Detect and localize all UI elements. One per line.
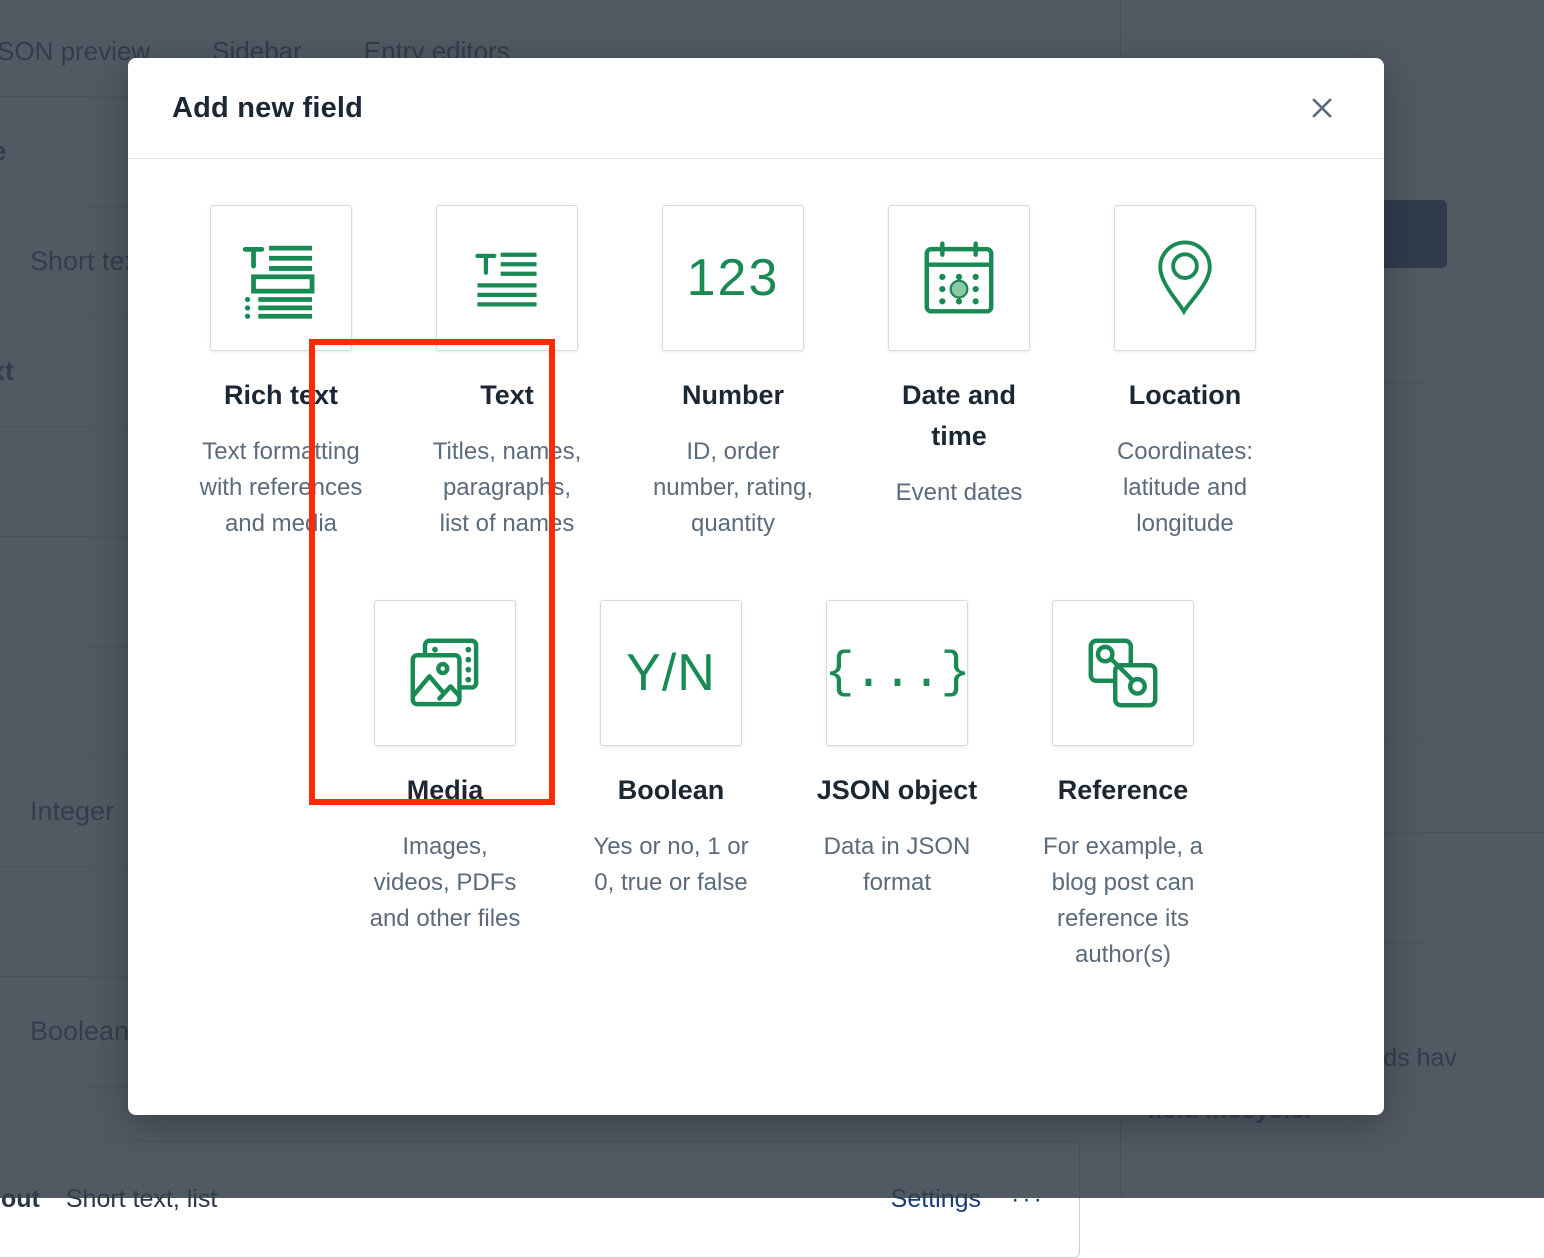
field-type-grid-row-2: Media Images, videos, PDFs and other fil… bbox=[168, 578, 1344, 991]
field-type-title: Reference bbox=[1058, 770, 1189, 811]
field-type-title: Text bbox=[480, 375, 534, 416]
field-type-title: Date and time bbox=[874, 375, 1044, 457]
field-type-description: ID, order number, rating, quantity bbox=[651, 434, 815, 542]
modal-body: Rich text Text formatting with reference… bbox=[128, 159, 1384, 991]
calendar-icon bbox=[888, 205, 1030, 351]
field-type-description: Images, videos, PDFs and other files bbox=[363, 829, 527, 937]
page-title: Add new field bbox=[172, 92, 363, 125]
text-icon bbox=[436, 205, 578, 351]
field-type-title: Rich text bbox=[224, 375, 338, 416]
field-type-description: Titles, names, paragraphs, list of names bbox=[425, 434, 589, 542]
field-type-description: Data in JSON format bbox=[815, 829, 979, 901]
number-123-glyph: 123 bbox=[687, 248, 780, 308]
close-icon[interactable] bbox=[1300, 86, 1344, 130]
field-type-grid-row-1: Rich text Text formatting with reference… bbox=[168, 183, 1344, 560]
field-type-card-text[interactable]: Text Titles, names, paragraphs, list of … bbox=[394, 183, 620, 560]
field-type-card-boolean[interactable]: Y/N Boolean Yes or no, 1 or 0, true or f… bbox=[558, 578, 784, 991]
curly-braces-glyph: {...} bbox=[824, 645, 969, 702]
field-type-title: Boolean bbox=[618, 770, 725, 811]
field-type-card-json-object[interactable]: {...} JSON object Data in JSON format bbox=[784, 578, 1010, 991]
field-type-title: Number bbox=[682, 375, 784, 416]
rich-text-icon bbox=[210, 205, 352, 351]
map-pin-icon bbox=[1114, 205, 1256, 351]
field-type-description: Event dates bbox=[896, 475, 1023, 511]
yes-no-glyph: Y/N bbox=[626, 643, 716, 703]
media-image-icon bbox=[374, 600, 516, 746]
reference-link-icon bbox=[1052, 600, 1194, 746]
field-type-title: Location bbox=[1129, 375, 1242, 416]
field-type-card-rich-text[interactable]: Rich text Text formatting with reference… bbox=[168, 183, 394, 560]
field-type-card-media[interactable]: Media Images, videos, PDFs and other fil… bbox=[332, 578, 558, 991]
curly-braces-icon: {...} bbox=[826, 600, 968, 746]
field-type-card-date-and-time[interactable]: Date and time Event dates bbox=[846, 183, 1072, 560]
modal-header: Add new field bbox=[128, 58, 1384, 159]
field-type-card-location[interactable]: Location Coordinates: latitude and longi… bbox=[1072, 183, 1298, 560]
field-type-description: Text formatting with references and medi… bbox=[199, 434, 363, 542]
field-type-description: For example, a blog post can reference i… bbox=[1041, 829, 1205, 973]
field-type-title: Media bbox=[407, 770, 484, 811]
field-type-title: JSON object bbox=[817, 770, 978, 811]
add-new-field-modal: Add new field bbox=[128, 58, 1384, 1115]
number-123-icon: 123 bbox=[662, 205, 804, 351]
field-type-card-reference[interactable]: Reference For example, a blog post can r… bbox=[1010, 578, 1236, 991]
field-type-description: Coordinates: latitude and longitude bbox=[1103, 434, 1267, 542]
field-type-description: Yes or no, 1 or 0, true or false bbox=[589, 829, 753, 901]
yes-no-icon: Y/N bbox=[600, 600, 742, 746]
field-type-card-number[interactable]: 123 Number ID, order number, rating, qua… bbox=[620, 183, 846, 560]
